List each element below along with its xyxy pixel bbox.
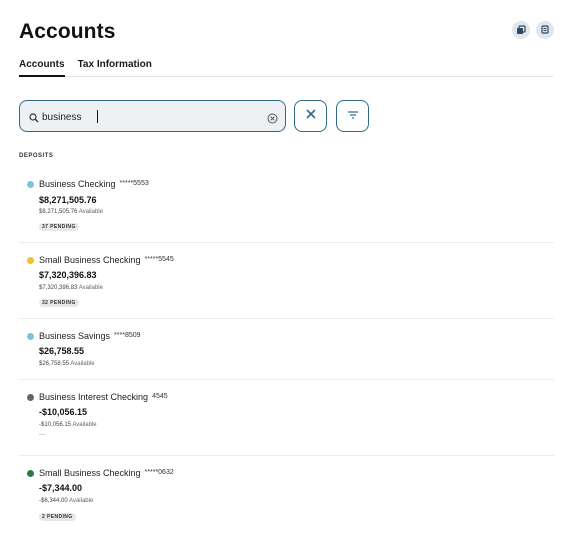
account-name: Business Savings [39, 331, 111, 341]
filter-icon [347, 107, 359, 125]
account-number-mask: 4545 [152, 392, 168, 400]
account-item[interactable]: Small Business Checking *****0632 -$7,34… [19, 468, 554, 524]
account-name: Small Business Checking [39, 255, 141, 265]
account-item[interactable]: Business Checking *****5553 $8,271,505.7… [19, 179, 554, 243]
search-icon [29, 110, 39, 128]
page-title: Accounts [19, 20, 116, 43]
close-search-button[interactable] [294, 100, 327, 132]
account-item[interactable]: Business Interest Checking 4545 -$10,056… [19, 392, 554, 456]
tab-bar: Accounts Tax Information [19, 59, 554, 77]
account-name: Small Business Checking [39, 468, 141, 478]
account-balance: -$7,344.00 [39, 483, 83, 493]
account-number-mask: *****5545 [144, 255, 174, 263]
placeholder-dashes: --- [39, 432, 45, 438]
available-balance: $7,320,396.83 Available [39, 285, 103, 291]
account-color-dot [27, 469, 34, 477]
account-color-dot [27, 256, 34, 264]
section-label-deposits: DEPOSITS [19, 153, 54, 159]
account-balance: $8,271,505.76 [39, 195, 97, 205]
text-caret [97, 110, 98, 123]
search-field[interactable] [19, 100, 286, 132]
account-name: Business Interest Checking [39, 392, 149, 402]
account-balance: $7,320,396.83 [39, 270, 97, 280]
clear-circle-icon[interactable] [267, 111, 278, 129]
account-balance: -$10,056.15 [39, 407, 88, 417]
available-balance: -$10,056.15 Available [39, 422, 97, 428]
account-color-dot [27, 393, 34, 401]
tab-accounts[interactable]: Accounts [19, 59, 65, 77]
account-color-dot [27, 332, 34, 340]
pending-badge: 37 PENDING [39, 223, 79, 231]
close-icon [305, 107, 317, 125]
page-header: Accounts [19, 20, 554, 50]
account-number-mask: ****8509 [114, 331, 141, 339]
available-balance: -$6,344.00 Available [39, 498, 94, 504]
account-balance: $26,758.55 [39, 346, 85, 356]
account-item[interactable]: Business Savings ****8509 $26,758.55 $26… [19, 331, 554, 380]
pending-badge: 2 PENDING [39, 513, 76, 521]
filter-button[interactable] [336, 100, 369, 132]
print-icon[interactable] [536, 21, 554, 39]
available-balance: $26,758.55 Available [39, 361, 95, 367]
account-item[interactable]: Small Business Checking *****5545 $7,320… [19, 255, 554, 319]
pending-badge: 32 PENDING [39, 299, 79, 307]
search-input[interactable] [42, 108, 262, 126]
copy-icon[interactable] [512, 21, 530, 39]
available-balance: $8,271,505.76 Available [39, 209, 103, 215]
tab-tax-information[interactable]: Tax Information [78, 59, 152, 77]
account-number-mask: *****5553 [119, 179, 149, 187]
account-number-mask: *****0632 [144, 468, 174, 476]
account-color-dot [27, 180, 34, 188]
header-actions [512, 21, 554, 39]
account-name: Business Checking [39, 179, 116, 189]
